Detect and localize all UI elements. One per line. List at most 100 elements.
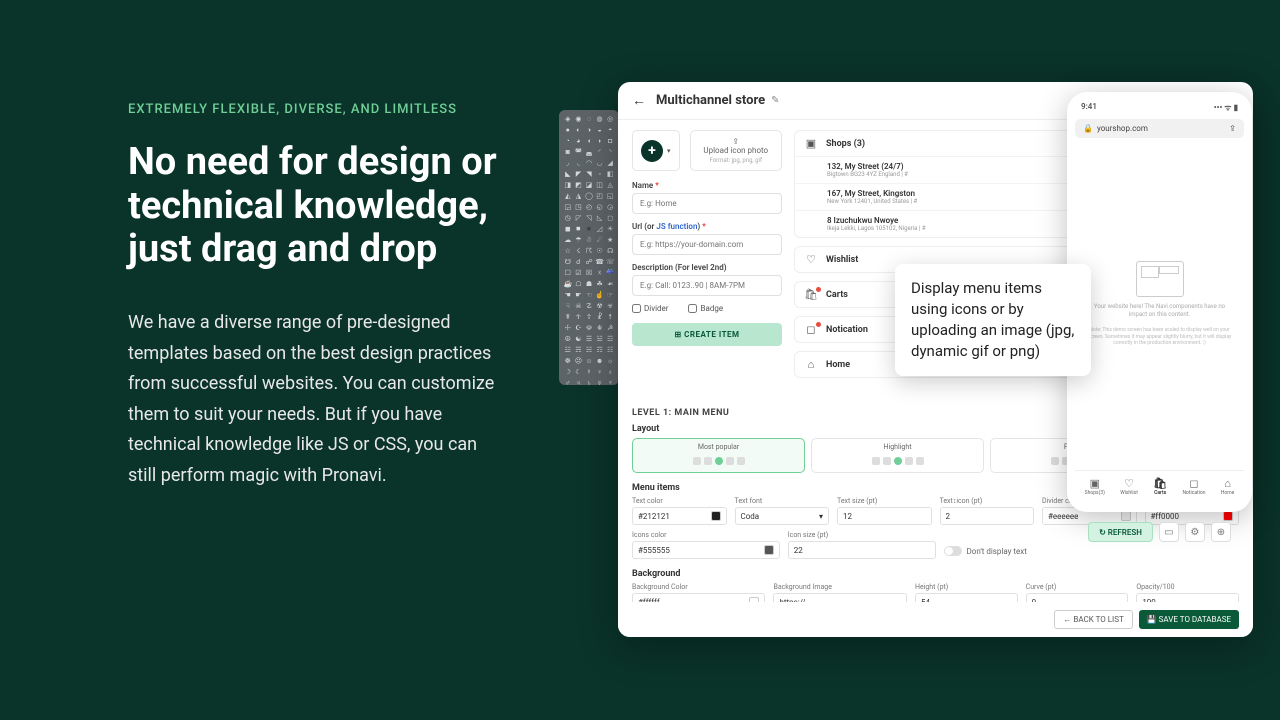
back-to-list-button[interactable]: ← BACK TO LIST bbox=[1054, 610, 1132, 629]
palette-icon[interactable]: ☡ bbox=[584, 301, 594, 311]
palette-icon[interactable]: ☜ bbox=[584, 290, 594, 300]
text-icon-gap-input[interactable]: 2 bbox=[940, 507, 1035, 525]
palette-icon[interactable]: ☑ bbox=[574, 268, 584, 278]
save-button[interactable]: 💾 SAVE TO DATABASE bbox=[1139, 610, 1239, 629]
palette-icon[interactable]: ● bbox=[563, 125, 573, 135]
palette-icon[interactable]: ◵ bbox=[595, 202, 605, 212]
palette-icon[interactable]: ◕ bbox=[574, 136, 584, 146]
palette-icon[interactable]: ☖ bbox=[574, 279, 584, 289]
palette-icon[interactable]: ◶ bbox=[605, 202, 615, 212]
palette-icon[interactable]: ☬ bbox=[595, 323, 605, 333]
palette-icon[interactable]: ☇ bbox=[574, 246, 584, 256]
palette-icon[interactable]: ☝ bbox=[595, 290, 605, 300]
palette-icon[interactable]: ◗ bbox=[595, 136, 605, 146]
palette-icon[interactable]: ☕ bbox=[563, 279, 573, 289]
palette-icon[interactable]: ☆ bbox=[563, 246, 573, 256]
palette-icon[interactable]: ◑ bbox=[584, 125, 594, 135]
palette-icon[interactable]: ☾ bbox=[574, 367, 584, 377]
palette-icon[interactable]: ☶ bbox=[595, 345, 605, 355]
palette-icon[interactable]: ◓ bbox=[605, 125, 615, 135]
palette-icon[interactable]: ☊ bbox=[605, 246, 615, 256]
nav-shops[interactable]: ▣Shops(3) bbox=[1085, 477, 1105, 496]
palette-icon[interactable]: ◐ bbox=[574, 125, 584, 135]
palette-icon[interactable]: ◢ bbox=[605, 158, 615, 168]
palette-icon[interactable]: ◩ bbox=[574, 180, 584, 190]
palette-icon[interactable]: ◎ bbox=[605, 114, 615, 124]
desc-input[interactable] bbox=[632, 275, 782, 296]
palette-icon[interactable]: ◷ bbox=[563, 213, 573, 223]
palette-icon[interactable]: ☽ bbox=[563, 367, 573, 377]
nav-home[interactable]: ⌂Home bbox=[1221, 477, 1234, 496]
palette-icon[interactable]: ☴ bbox=[574, 345, 584, 355]
palette-icon[interactable]: ☎ bbox=[595, 257, 605, 267]
palette-icon[interactable]: ◱ bbox=[605, 191, 615, 201]
palette-icon[interactable]: ☀ bbox=[605, 224, 615, 234]
palette-icon[interactable]: ☄ bbox=[595, 235, 605, 245]
palette-icon[interactable]: ☳ bbox=[563, 345, 573, 355]
create-item-button[interactable]: ⊞ CREATE ITEM bbox=[632, 323, 782, 346]
palette-icon[interactable]: ☵ bbox=[584, 345, 594, 355]
palette-icon[interactable]: ◟ bbox=[574, 158, 584, 168]
settings-icon[interactable]: ⚙ bbox=[1185, 522, 1205, 542]
palette-icon[interactable]: ◘ bbox=[605, 136, 615, 146]
palette-icon[interactable]: ◚ bbox=[574, 147, 584, 157]
caret-icon[interactable]: ▾ bbox=[667, 147, 671, 155]
back-arrow-icon[interactable]: ← bbox=[632, 92, 646, 109]
palette-icon[interactable]: ◺ bbox=[595, 213, 605, 223]
palette-icon[interactable]: ◬ bbox=[605, 180, 615, 190]
palette-icon[interactable]: ◙ bbox=[563, 147, 573, 157]
edit-icon[interactable]: ✎ bbox=[771, 95, 779, 106]
palette-icon[interactable]: ☪ bbox=[574, 323, 584, 333]
nav-wishlist[interactable]: ♡Wishlist bbox=[1120, 477, 1138, 496]
palette-icon[interactable]: ☁ bbox=[563, 235, 573, 245]
device-toggle-icon[interactable]: ▭ bbox=[1159, 522, 1179, 542]
palette-icon[interactable]: ☓ bbox=[595, 268, 605, 278]
palette-icon[interactable]: ◌ bbox=[584, 114, 594, 124]
palette-icon[interactable]: ☥ bbox=[574, 312, 584, 322]
palette-icon[interactable]: ◨ bbox=[563, 180, 573, 190]
palette-icon[interactable]: ☈ bbox=[584, 246, 594, 256]
palette-icon[interactable]: ☯ bbox=[574, 334, 584, 344]
divider-checkbox[interactable]: Divider bbox=[632, 304, 668, 313]
palette-icon[interactable]: ☔ bbox=[605, 268, 615, 278]
palette-icon[interactable]: ☭ bbox=[605, 323, 615, 333]
palette-icon[interactable]: ◳ bbox=[574, 202, 584, 212]
palette-icon[interactable]: ☿ bbox=[584, 367, 594, 377]
url-input[interactable] bbox=[632, 234, 782, 255]
palette-icon[interactable]: ☮ bbox=[563, 334, 573, 344]
palette-icon[interactable]: ☟ bbox=[563, 301, 573, 311]
name-input[interactable] bbox=[632, 193, 782, 214]
dont-display-toggle[interactable] bbox=[944, 546, 962, 556]
palette-icon[interactable]: ☌ bbox=[574, 257, 584, 267]
palette-icon[interactable]: ◛ bbox=[584, 147, 594, 157]
nav-carts[interactable]: 🛍Carts bbox=[1153, 477, 1167, 496]
palette-icon[interactable]: ♀ bbox=[595, 367, 605, 377]
palette-icon[interactable]: ☞ bbox=[605, 290, 615, 300]
palette-icon[interactable]: ☋ bbox=[563, 257, 573, 267]
text-size-input[interactable]: 12 bbox=[837, 507, 932, 525]
share-icon[interactable]: ⇪ bbox=[1229, 124, 1236, 133]
palette-icon[interactable]: ☫ bbox=[584, 323, 594, 333]
palette-icon[interactable]: ◡ bbox=[595, 158, 605, 168]
palette-icon[interactable]: ☂ bbox=[574, 235, 584, 245]
palette-icon[interactable]: ◰ bbox=[595, 191, 605, 201]
palette-icon[interactable]: ◍ bbox=[595, 114, 605, 124]
palette-icon[interactable]: ☤ bbox=[563, 312, 573, 322]
palette-icon[interactable]: ☨ bbox=[605, 312, 615, 322]
palette-icon[interactable]: ☹ bbox=[574, 356, 584, 366]
palette-icon[interactable]: ☃ bbox=[584, 235, 594, 245]
palette-icon[interactable]: ☘ bbox=[595, 279, 605, 289]
palette-icon[interactable]: ★ bbox=[605, 235, 615, 245]
palette-icon[interactable]: ◥ bbox=[584, 169, 594, 179]
palette-icon[interactable]: ☗ bbox=[584, 279, 594, 289]
palette-icon[interactable]: ♃ bbox=[574, 378, 584, 388]
palette-icon[interactable]: ♁ bbox=[605, 367, 615, 377]
palette-icon[interactable]: ☢ bbox=[595, 301, 605, 311]
palette-icon[interactable]: ☷ bbox=[605, 345, 615, 355]
palette-icon[interactable]: ☐ bbox=[563, 268, 573, 278]
badge-checkbox[interactable]: Badge bbox=[688, 304, 723, 313]
palette-icon[interactable]: ◯ bbox=[584, 191, 594, 201]
palette-icon[interactable]: ◹ bbox=[584, 213, 594, 223]
icon-size-input[interactable]: 22 bbox=[788, 541, 936, 559]
palette-icon[interactable]: ☉ bbox=[595, 246, 605, 256]
